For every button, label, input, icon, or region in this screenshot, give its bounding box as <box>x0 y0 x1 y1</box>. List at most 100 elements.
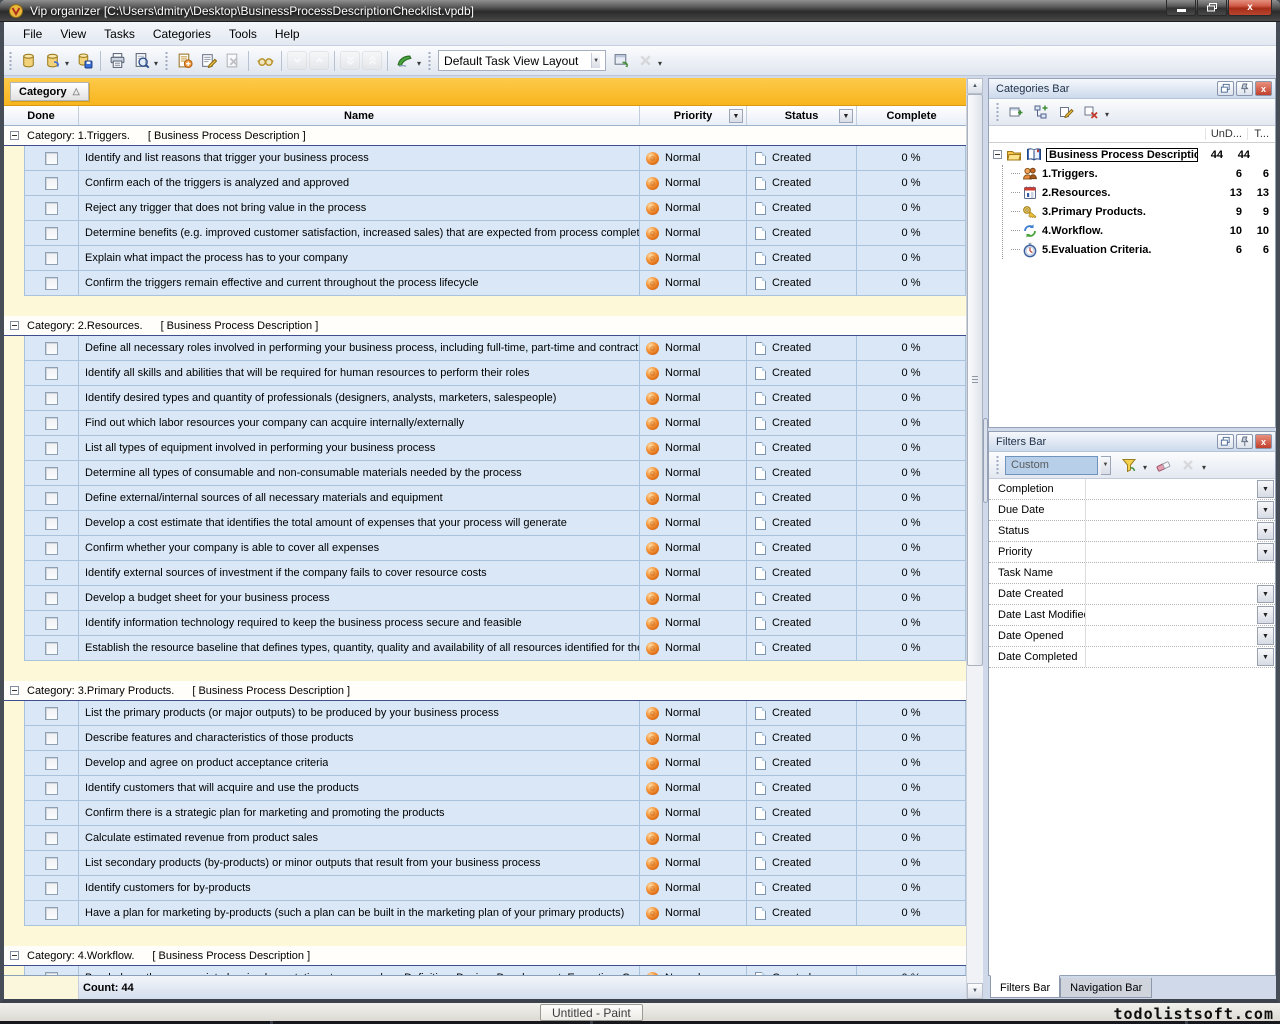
done-checkbox[interactable] <box>45 277 58 290</box>
panel-pin-button[interactable] <box>1236 434 1253 449</box>
new-database-icon[interactable] <box>17 50 39 72</box>
task-name-cell[interactable]: Identify and list reasons that trigger y… <box>79 146 640 171</box>
splitter-handle[interactable] <box>983 418 988 503</box>
done-checkbox[interactable] <box>45 517 58 530</box>
priority-cell[interactable]: Normal <box>640 271 747 296</box>
category-group-header[interactable]: Category: 1.Triggers.[ Business Process … <box>4 126 966 146</box>
priority-cell[interactable]: Normal <box>640 726 747 751</box>
filter-value-field[interactable] <box>1086 542 1256 562</box>
status-cell[interactable]: Created <box>747 146 857 171</box>
collapse-group-icon[interactable] <box>10 321 19 330</box>
complete-cell[interactable]: 0 % <box>857 966 966 975</box>
priority-cell[interactable]: Normal <box>640 246 747 271</box>
apply-filter-icon[interactable] <box>1118 454 1140 476</box>
open-database-dropdown-icon[interactable]: ▾ <box>65 60 69 68</box>
tab-filters-bar[interactable]: Filters Bar <box>990 975 1060 998</box>
tree-item-category[interactable]: 5.Evaluation Criteria.66 <box>989 240 1275 259</box>
priority-cell[interactable]: Normal <box>640 776 747 801</box>
menu-tasks[interactable]: Tasks <box>95 23 144 45</box>
task-name-cell[interactable]: Identify external sources of investment … <box>79 561 640 586</box>
panel-restore-button[interactable] <box>1217 434 1234 449</box>
filter-value-field[interactable] <box>1086 563 1275 583</box>
status-cell[interactable]: Created <box>747 636 857 661</box>
task-name-cell[interactable]: Confirm there is a strategic plan for ma… <box>79 801 640 826</box>
task-name-cell[interactable]: Identify information technology required… <box>79 611 640 636</box>
menu-file[interactable]: File <box>14 23 51 45</box>
task-name-cell[interactable]: Define external/internal sources of all … <box>79 486 640 511</box>
filter-preset-arrow-icon[interactable]: ▼ <box>1101 456 1111 475</box>
apply-layout-icon[interactable] <box>610 50 632 72</box>
move-to-bottom-icon[interactable] <box>340 51 360 70</box>
complete-cell[interactable]: 0 % <box>857 146 966 171</box>
priority-cell[interactable]: Normal <box>640 411 747 436</box>
category-group-header[interactable]: Category: 3.Primary Products.[ Business … <box>4 681 966 701</box>
column-header-priority[interactable]: Priority▼ <box>640 106 747 125</box>
done-checkbox[interactable] <box>45 492 58 505</box>
tree-item-root[interactable]: Business Process Description4444 <box>989 145 1275 164</box>
group-by-category-button[interactable]: Category △ <box>10 82 89 101</box>
done-checkbox[interactable] <box>45 252 58 265</box>
task-name-cell[interactable]: Define all necessary roles involved in p… <box>79 336 640 361</box>
column-header-status[interactable]: Status▼ <box>747 106 857 125</box>
task-name-cell[interactable]: Identify customers for by-products <box>79 876 640 901</box>
priority-filter-dropdown-icon[interactable]: ▼ <box>729 109 743 123</box>
status-cell[interactable]: Created <box>747 436 857 461</box>
done-checkbox[interactable] <box>45 152 58 165</box>
done-checkbox[interactable] <box>45 907 58 920</box>
done-checkbox[interactable] <box>45 177 58 190</box>
status-cell[interactable]: Created <box>747 586 857 611</box>
done-checkbox[interactable] <box>45 592 58 605</box>
print-icon[interactable] <box>106 50 128 72</box>
task-name-cell[interactable]: Establish the resource baseline that def… <box>79 636 640 661</box>
total-column-header[interactable]: T... <box>1247 128 1275 140</box>
new-category-icon[interactable] <box>1005 101 1027 123</box>
filter-value-field[interactable] <box>1086 521 1256 541</box>
tree-item-category[interactable]: 4.Workflow.1010 <box>989 221 1275 240</box>
panel-close-button[interactable]: x <box>1255 81 1272 96</box>
priority-cell[interactable]: Normal <box>640 801 747 826</box>
done-checkbox[interactable] <box>45 567 58 580</box>
status-cell[interactable]: Created <box>747 901 857 926</box>
done-checkbox[interactable] <box>45 342 58 355</box>
category-group-header[interactable]: Category: 4.Workflow.[ Business Process … <box>4 946 966 966</box>
task-name-cell[interactable]: Confirm each of the triggers is analyzed… <box>79 171 640 196</box>
task-name-cell[interactable]: Explain what impact the process has to y… <box>79 246 640 271</box>
complete-cell[interactable]: 0 % <box>857 361 966 386</box>
layout-dropdown-icon[interactable]: ▾ <box>658 60 662 68</box>
complete-cell[interactable]: 0 % <box>857 901 966 926</box>
task-name-cell[interactable]: Identify all skills and abilities that w… <box>79 361 640 386</box>
status-cell[interactable]: Created <box>747 246 857 271</box>
complete-cell[interactable]: 0 % <box>857 511 966 536</box>
done-checkbox[interactable] <box>45 417 58 430</box>
print-dropdown-icon[interactable]: ▾ <box>154 60 158 68</box>
panel-restore-button[interactable] <box>1217 81 1234 96</box>
status-cell[interactable]: Created <box>747 411 857 436</box>
priority-cell[interactable]: Normal <box>640 901 747 926</box>
complete-cell[interactable]: 0 % <box>857 751 966 776</box>
status-cell[interactable]: Created <box>747 171 857 196</box>
complete-cell[interactable]: 0 % <box>857 701 966 726</box>
delete-category-icon[interactable] <box>1080 101 1102 123</box>
filter-dropdown-icon[interactable]: ▼ <box>1257 480 1274 498</box>
status-cell[interactable]: Created <box>747 271 857 296</box>
tree-root-label[interactable]: Business Process Description <box>1046 148 1198 162</box>
done-checkbox[interactable] <box>45 617 58 630</box>
done-checkbox[interactable] <box>45 832 58 845</box>
complete-cell[interactable]: 0 % <box>857 826 966 851</box>
task-name-cell[interactable]: Identify customers that will acquire and… <box>79 776 640 801</box>
done-checkbox[interactable] <box>45 392 58 405</box>
clear-filter-icon[interactable] <box>1152 454 1174 476</box>
priority-cell[interactable]: Normal <box>640 751 747 776</box>
delete-task-icon[interactable] <box>221 50 243 72</box>
priority-cell[interactable]: Normal <box>640 636 747 661</box>
collapse-group-icon[interactable] <box>10 686 19 695</box>
done-checkbox[interactable] <box>45 882 58 895</box>
done-checkbox[interactable] <box>45 642 58 655</box>
complete-cell[interactable]: 0 % <box>857 246 966 271</box>
done-checkbox[interactable] <box>45 757 58 770</box>
tree-item-label[interactable]: 4.Workflow. <box>1042 225 1207 237</box>
status-cell[interactable]: Created <box>747 611 857 636</box>
status-cell[interactable]: Created <box>747 701 857 726</box>
priority-cell[interactable]: Normal <box>640 701 747 726</box>
scrollbar-track[interactable] <box>967 94 983 983</box>
